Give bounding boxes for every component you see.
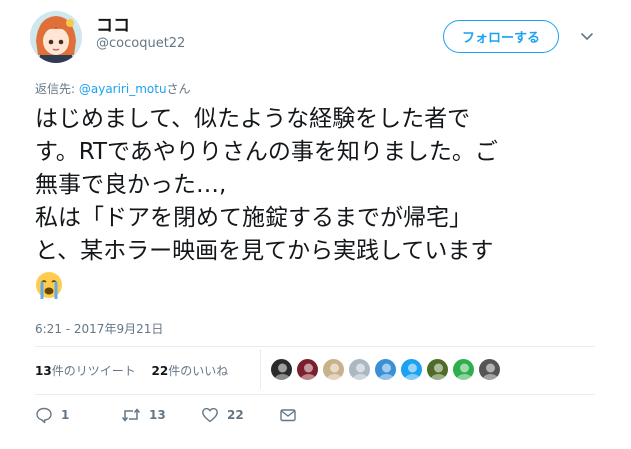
like-action[interactable]: 22: [201, 406, 279, 424]
retweets-stat[interactable]: 13件のリツイート: [35, 364, 136, 378]
liker-avatar[interactable]: [452, 358, 475, 381]
reply-to-line: 返信先: @ayariri_motuさん: [35, 80, 191, 97]
reply-to-suffix: さん: [166, 82, 191, 96]
liker-avatar[interactable]: [270, 358, 293, 381]
reply-to-mention-link[interactable]: @ayariri_motu: [79, 82, 167, 96]
tweet-text: はじめまして、似たような経験をした者で す。RTであやりりさんの事を知りました。…: [35, 103, 615, 301]
like-count: 22: [227, 408, 244, 422]
likes-stat-label: 件のいいね: [168, 364, 229, 378]
stats-separator: [260, 349, 261, 389]
likes-stat-count: 22: [151, 364, 169, 378]
reply-icon[interactable]: [35, 406, 53, 424]
likes-stat[interactable]: 22件のいいね: [152, 364, 229, 378]
follow-button[interactable]: フォローする: [443, 20, 559, 53]
liker-avatar[interactable]: [478, 358, 501, 381]
tweet-text-line: 私は「ドアを閉めて施錠するまでが帰宅」: [35, 205, 472, 231]
author-avatar[interactable]: [30, 11, 82, 63]
liker-avatar[interactable]: [400, 358, 423, 381]
heart-icon[interactable]: [201, 406, 219, 424]
retweet-count: 13: [149, 408, 166, 422]
reply-action[interactable]: 1: [35, 406, 121, 424]
crying-face-icon: [35, 271, 63, 299]
envelope-icon[interactable]: [279, 406, 297, 424]
liker-avatar[interactable]: [296, 358, 319, 381]
tweet-text-line: す。RTであやりりさんの事を知りました。ご: [35, 139, 498, 165]
liker-avatar[interactable]: [426, 358, 449, 381]
tweet-emoji-line: [35, 268, 615, 301]
retweets-stat-label: 件のリツイート: [51, 364, 136, 378]
tweet-text-line: と、某ホラー映画を見てから実践しています: [35, 238, 494, 264]
stats-divider-top: [35, 346, 595, 347]
liker-avatar[interactable]: [348, 358, 371, 381]
reply-to-prefix: 返信先:: [35, 82, 79, 96]
author-display-name[interactable]: ココ: [96, 11, 130, 36]
tweet-timestamp[interactable]: 6:21 - 2017年9月21日: [35, 320, 163, 337]
retweets-stat-count: 13: [35, 364, 52, 378]
liker-avatar[interactable]: [374, 358, 397, 381]
liker-avatar[interactable]: [322, 358, 345, 381]
retweet-action[interactable]: 13: [121, 406, 201, 424]
chevron-down-icon[interactable]: [578, 27, 596, 45]
tweet-text-line: 無事で良かった…,: [35, 172, 227, 198]
retweet-icon[interactable]: [121, 406, 141, 424]
liker-avatars: [270, 358, 504, 382]
author-handle[interactable]: @cocoquet22: [96, 36, 185, 51]
stats-divider-bottom: [35, 394, 595, 395]
tweet-actions: 1 13 22: [35, 405, 297, 425]
direct-message-action[interactable]: [279, 406, 297, 424]
tweet-text-line: はじめまして、似たような経験をした者で: [35, 106, 471, 132]
tweet-stats: 13件のリツイート 22件のいいね: [35, 362, 240, 379]
reply-count: 1: [61, 408, 70, 422]
